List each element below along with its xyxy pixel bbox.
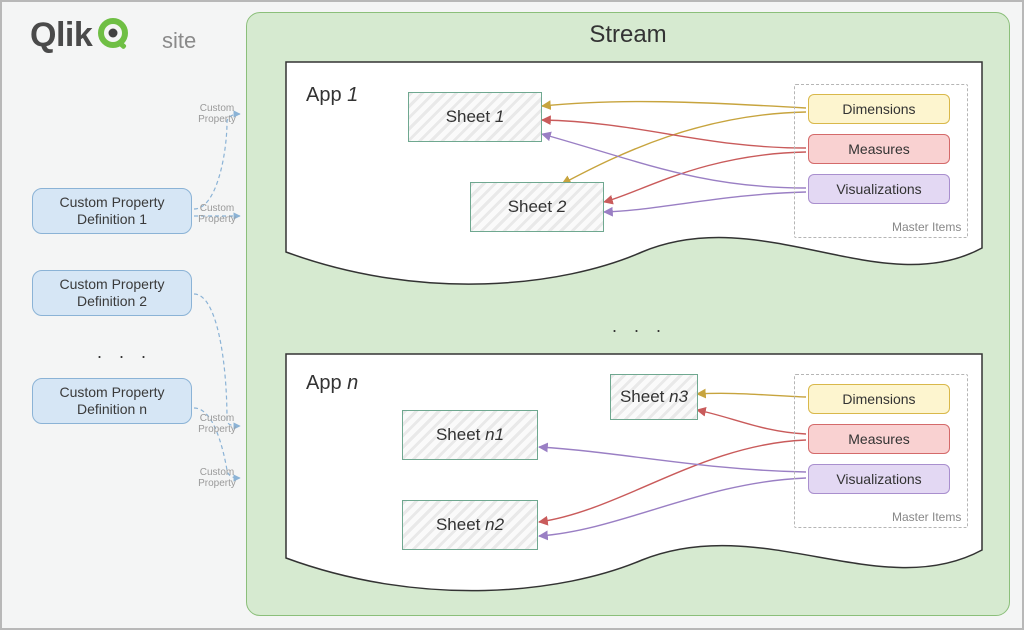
logo-q-icon xyxy=(98,17,130,54)
app-label-suffix: 1 xyxy=(347,84,358,106)
dimensions-box: Dimensions xyxy=(808,384,950,414)
stream-title: Stream xyxy=(247,21,1009,49)
app-label-prefix: App xyxy=(306,372,347,394)
dimensions-box: Dimensions xyxy=(808,94,950,124)
apps-ellipsis: . . . xyxy=(612,316,667,337)
sheet-box: Sheet 2 xyxy=(470,182,604,232)
logo-word: Qlik xyxy=(30,16,92,55)
master-items-label: Master Items xyxy=(892,510,961,524)
cp-tag: Custom Property xyxy=(196,414,238,435)
cp-tag: Custom Property xyxy=(196,468,238,489)
measures-box: Measures xyxy=(808,134,950,164)
sheet-box: Sheet 1 xyxy=(408,92,542,142)
cp-label: Custom Property Definition 2 xyxy=(41,276,183,311)
site-label: site xyxy=(162,28,196,54)
cp-tag: Custom Property xyxy=(196,204,238,225)
diagram-canvas: Qlik site Stream xyxy=(0,0,1024,630)
master-items-label: Master Items xyxy=(892,220,961,234)
cp-tag: Custom Property xyxy=(196,104,238,125)
app-n-label: App n xyxy=(306,372,358,395)
custom-property-def-2: Custom Property Definition 2 xyxy=(32,270,192,316)
visualizations-box: Visualizations xyxy=(808,464,950,494)
qlik-logo: Qlik xyxy=(30,16,130,55)
app-label-prefix: App xyxy=(306,84,347,106)
cp-ellipsis: . . . xyxy=(97,342,152,363)
sheet-box: Sheet n2 xyxy=(402,500,538,550)
custom-property-def-n: Custom Property Definition n xyxy=(32,378,192,424)
app-1-label: App 1 xyxy=(306,84,358,107)
app-label-suffix: n xyxy=(347,372,358,394)
cp-label: Custom Property Definition 1 xyxy=(41,194,183,229)
sheet-box: Sheet n1 xyxy=(402,410,538,460)
cp-label: Custom Property Definition n xyxy=(41,384,183,419)
sheet-box: Sheet n3 xyxy=(610,374,698,420)
visualizations-box: Visualizations xyxy=(808,174,950,204)
custom-property-def-1: Custom Property Definition 1 xyxy=(32,188,192,234)
measures-box: Measures xyxy=(808,424,950,454)
